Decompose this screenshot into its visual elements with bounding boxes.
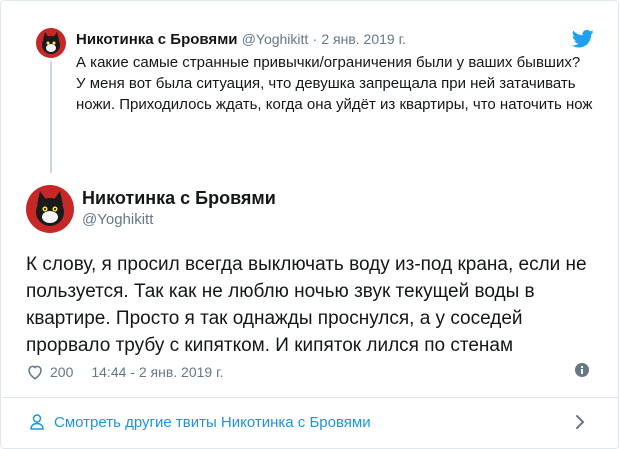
main-author-name[interactable]: Никотинка с Бровями (82, 187, 276, 209)
parent-text-line-2: У меня вот была ситуация, что девушка за… (76, 75, 593, 113)
parent-avatar[interactable] (36, 28, 66, 58)
tweet-actions-row: 200 14:44 - 2 янв. 2019 г. (26, 361, 596, 383)
embedded-tweet-card: Никотинка с Бровями @Yoghikitt · 2 янв. … (0, 0, 619, 449)
see-more-tweets-label[interactable]: Смотреть другие твиты Никотинка с Бровям… (54, 413, 371, 433)
parent-author-name[interactable]: Никотинка с Бровями (76, 31, 238, 48)
parent-author-handle[interactable]: @Yoghikitt (242, 31, 309, 47)
main-tweet-text: К слову, я просил всегда выключать воду … (26, 254, 587, 356)
main-avatar[interactable] (26, 185, 74, 233)
chevron-right-icon[interactable] (574, 413, 586, 431)
main-author-handle[interactable]: @Yoghikitt (82, 210, 153, 230)
info-icon[interactable] (575, 363, 589, 377)
parent-tweet-text: А какие самые странные привычки/ограниче… (76, 52, 596, 115)
parent-text-line-1: А какие самые странные привычки/ограниче… (76, 54, 581, 71)
tweet-timestamp[interactable]: 14:44 - 2 янв. 2019 г. (91, 364, 223, 380)
twitter-bird-icon[interactable] (571, 29, 594, 49)
person-icon (30, 414, 44, 430)
see-more-tweets-link[interactable]: Смотреть другие твиты Никотинка с Бровям… (2, 398, 619, 448)
parent-tweet-date[interactable]: 2 янв. 2019 г. (321, 31, 406, 47)
thread-connector-line (50, 61, 52, 173)
parent-tweet-header: Никотинка с Бровями @Yoghikitt · 2 янв. … (76, 29, 406, 50)
heart-icon[interactable] (26, 363, 44, 381)
like-count[interactable]: 200 (50, 364, 73, 380)
parent-meta-separator: · (312, 31, 318, 47)
